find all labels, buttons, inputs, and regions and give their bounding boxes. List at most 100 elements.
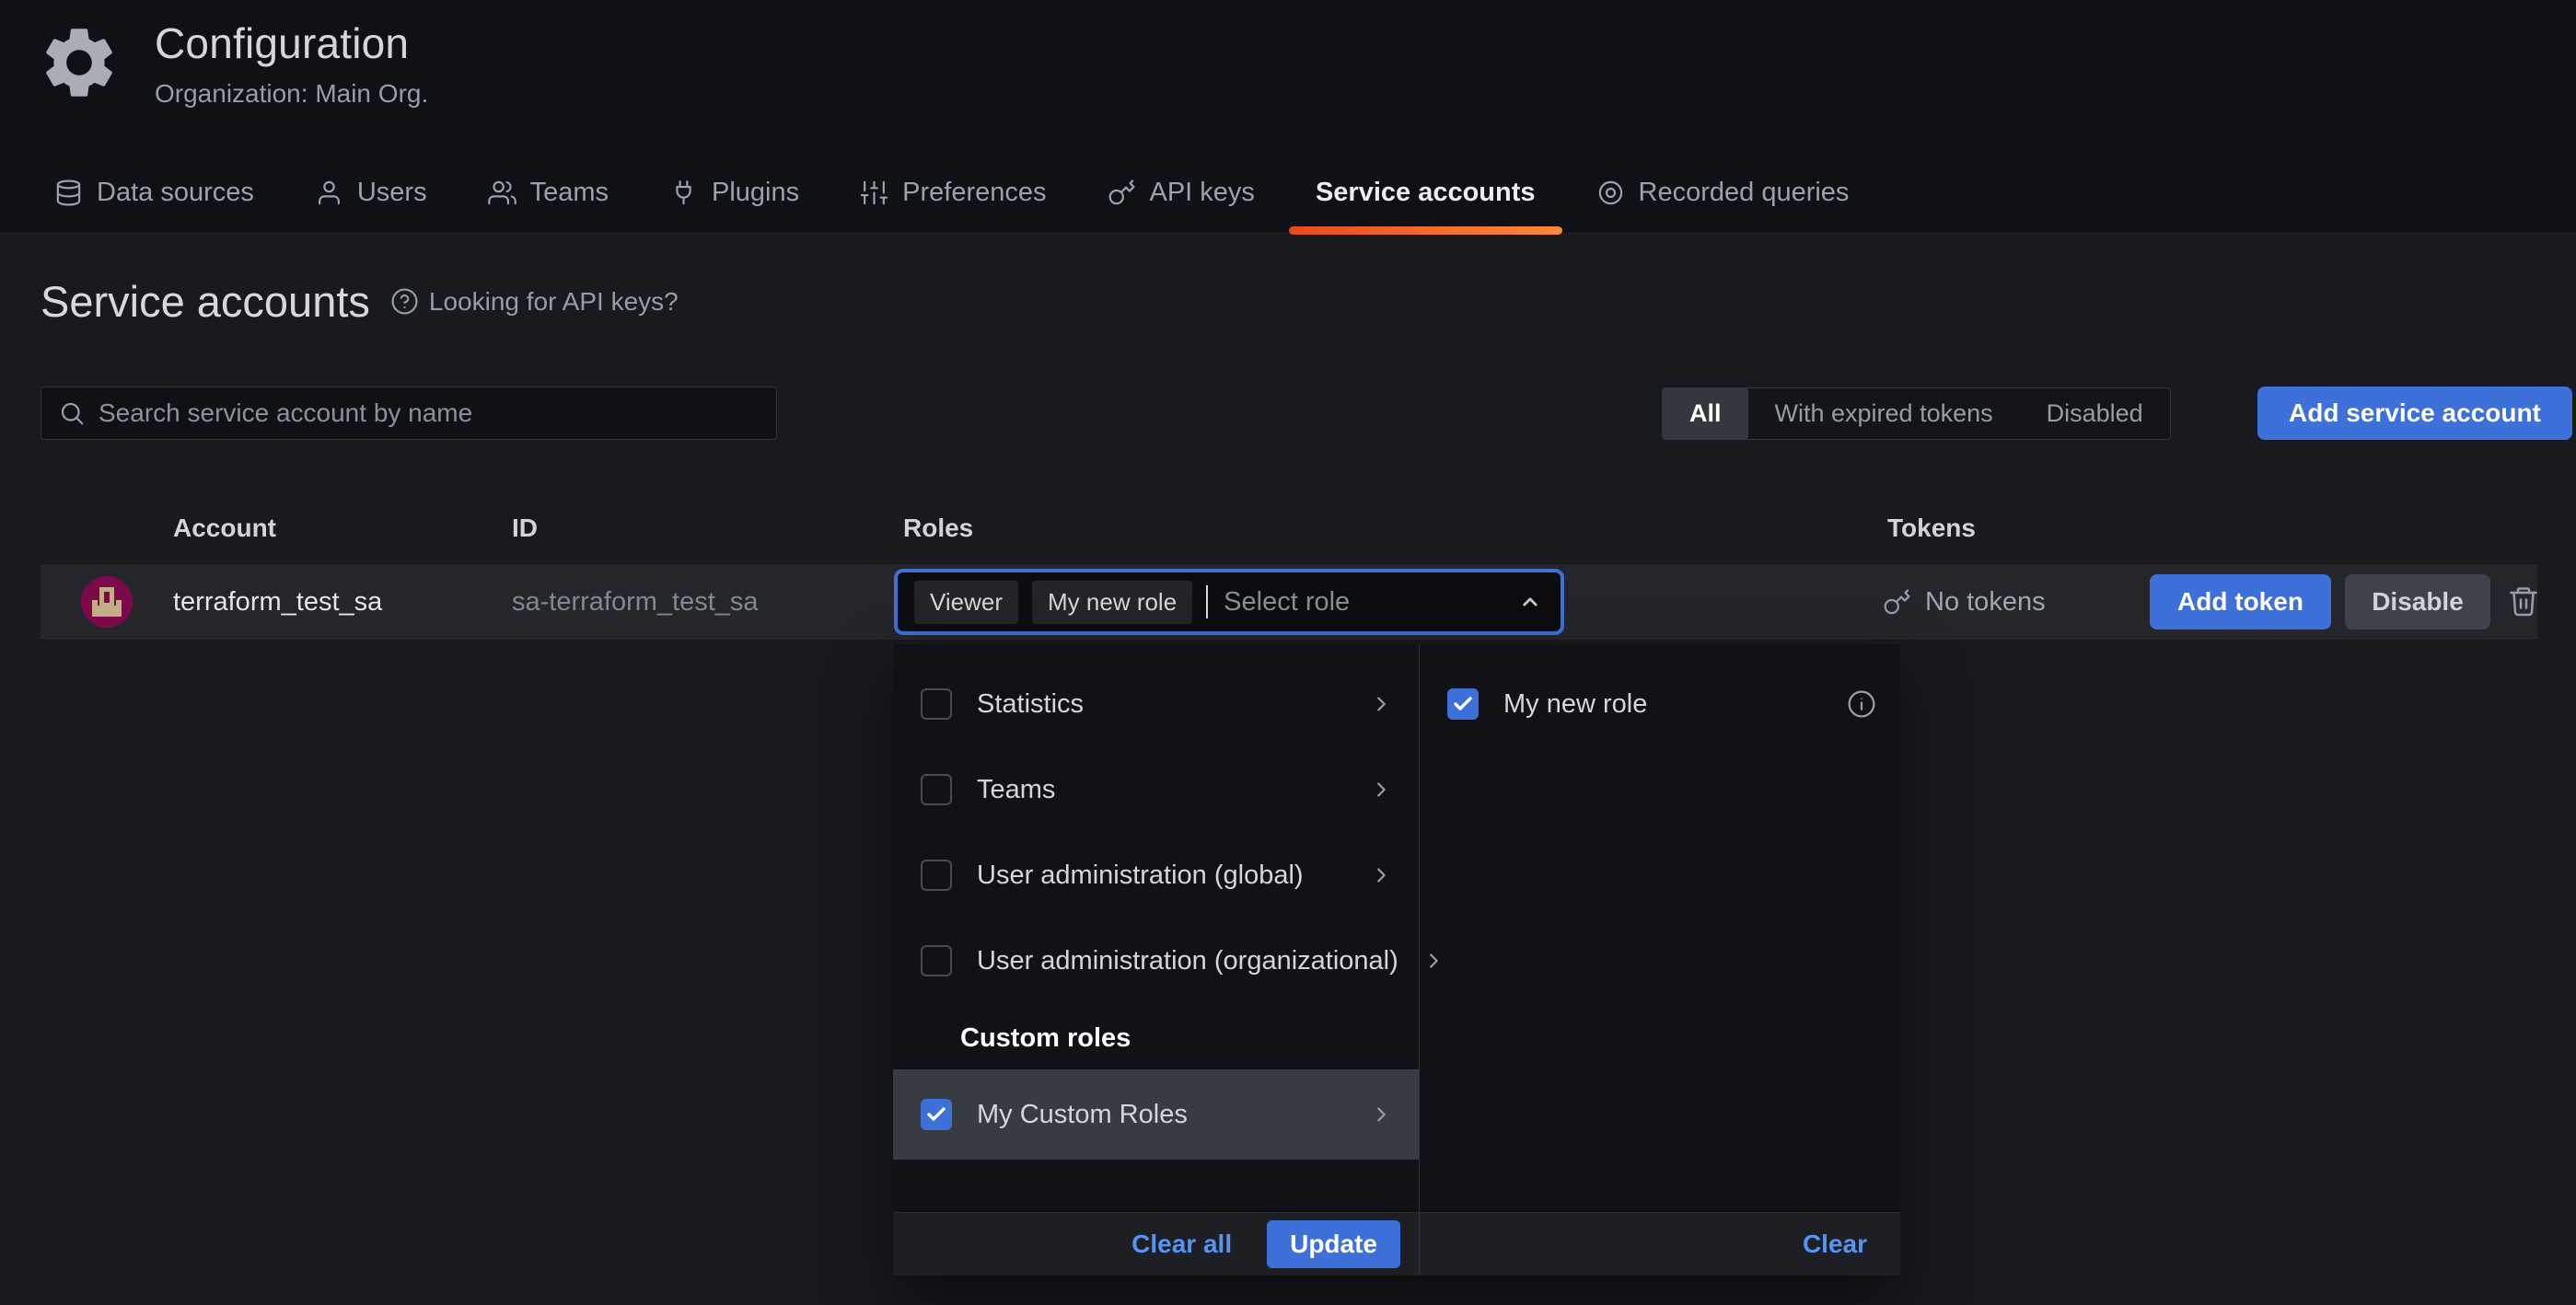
- token-filter-group: All With expired tokens Disabled: [1662, 387, 2171, 440]
- text-cursor: [1206, 585, 1208, 618]
- tab-label: Preferences: [902, 178, 1046, 208]
- dropdown-footer-right: Clear: [1420, 1212, 1900, 1276]
- help-link-label: Looking for API keys?: [429, 287, 679, 317]
- column-header-account: Account: [173, 514, 276, 543]
- account-name: terraform_test_sa: [173, 564, 382, 640]
- chevron-up-icon[interactable]: [1516, 588, 1544, 616]
- checkbox-checked[interactable]: [1447, 688, 1479, 720]
- role-submenu-pane: My new role Clear: [1420, 644, 1900, 1276]
- role-item-label: My new role: [1503, 689, 1822, 720]
- role-group-user-admin-org[interactable]: User administration (organizational): [893, 934, 1419, 987]
- sliders-icon: [860, 179, 888, 207]
- grafana-configuration-page: Configuration Organization: Main Org. Da…: [0, 0, 2576, 1305]
- role-group-label: Statistics: [977, 689, 1346, 720]
- role-picker-dropdown: Statistics Teams User administration (gl…: [893, 644, 1900, 1276]
- tokens-status: No tokens: [1925, 587, 2046, 618]
- trash-icon: [2507, 584, 2540, 618]
- checkbox-unchecked[interactable]: [921, 688, 952, 720]
- user-icon: [315, 179, 343, 207]
- delete-service-account-button[interactable]: [2506, 584, 2541, 619]
- tab-label: Service accounts: [1316, 178, 1536, 208]
- role-group-label: User administration (global): [977, 860, 1346, 891]
- search-box: [41, 387, 777, 440]
- tokens-cell: No tokens: [1883, 564, 2046, 640]
- chevron-right-icon: [1371, 694, 1391, 714]
- chevron-right-icon: [1371, 780, 1391, 800]
- role-chip-viewer[interactable]: Viewer: [914, 581, 1018, 624]
- search-icon: [58, 399, 86, 427]
- role-groups-list: Statistics Teams User administration (gl…: [893, 644, 1419, 1160]
- role-item-my-new-role[interactable]: My new role: [1420, 677, 1900, 731]
- config-tabbar: Data sources Users Teams Plugins Prefere…: [24, 152, 1879, 233]
- tab-label: Recorded queries: [1639, 178, 1850, 208]
- column-header-roles: Roles: [903, 514, 973, 543]
- gear-icon: [37, 20, 122, 105]
- service-account-row[interactable]: terraform_test_sa sa-terraform_test_sa V…: [41, 564, 2537, 640]
- add-service-account-button[interactable]: Add service account: [2257, 387, 2572, 440]
- tab-plugins[interactable]: Plugins: [639, 152, 830, 233]
- checkbox-unchecked[interactable]: [921, 945, 952, 976]
- role-picker-placeholder[interactable]: Select role: [1224, 587, 1503, 618]
- tab-label: Teams: [530, 178, 609, 208]
- clear-button[interactable]: Clear: [1803, 1230, 1867, 1259]
- tab-users[interactable]: Users: [284, 152, 458, 233]
- filter-with-expired-tokens[interactable]: With expired tokens: [1748, 388, 2020, 439]
- key-icon: [1108, 179, 1136, 207]
- role-group-label: Teams: [977, 775, 1346, 805]
- org-subtitle: Organization: Main Org.: [155, 79, 428, 109]
- users-icon: [488, 179, 516, 207]
- custom-roles-section-header: Custom roles: [893, 1020, 1419, 1057]
- role-group-teams[interactable]: Teams: [893, 763, 1419, 816]
- chevron-right-icon: [1371, 865, 1391, 885]
- clear-all-button[interactable]: Clear all: [1131, 1230, 1232, 1259]
- service-account-avatar: [81, 576, 133, 628]
- app-header: Configuration Organization: Main Org.: [37, 18, 428, 109]
- role-picker[interactable]: Viewer My new role Select role: [894, 569, 1564, 635]
- tab-service-accounts[interactable]: Service accounts: [1285, 152, 1566, 233]
- info-icon[interactable]: [1847, 689, 1876, 719]
- role-group-statistics[interactable]: Statistics: [893, 677, 1419, 731]
- page-header-section: Configuration Organization: Main Org. Da…: [0, 0, 2576, 234]
- role-group-user-admin-global[interactable]: User administration (global): [893, 849, 1419, 902]
- role-group-my-custom-roles[interactable]: My Custom Roles: [893, 1069, 1419, 1160]
- record-icon: [1596, 179, 1625, 207]
- role-group-label: My Custom Roles: [977, 1100, 1346, 1130]
- role-chip-my-new-role[interactable]: My new role: [1032, 581, 1192, 624]
- tab-label: Data sources: [97, 178, 254, 208]
- page-head: Service accounts Looking for API keys?: [41, 276, 679, 327]
- active-tab-underline: [1289, 226, 1562, 235]
- column-header-tokens: Tokens: [1887, 514, 1976, 543]
- chevron-right-icon: [1371, 1104, 1391, 1125]
- plug-icon: [669, 179, 698, 207]
- filter-disabled[interactable]: Disabled: [2020, 388, 2170, 439]
- checkbox-unchecked[interactable]: [921, 774, 952, 805]
- update-button[interactable]: Update: [1267, 1220, 1400, 1268]
- tab-preferences[interactable]: Preferences: [830, 152, 1076, 233]
- tab-teams[interactable]: Teams: [458, 152, 639, 233]
- key-icon: [1883, 588, 1911, 617]
- page-title: Configuration: [155, 18, 428, 68]
- database-icon: [54, 179, 83, 207]
- question-circle-icon: [390, 287, 419, 316]
- account-id: sa-terraform_test_sa: [512, 564, 759, 640]
- api-keys-help-link[interactable]: Looking for API keys?: [390, 287, 679, 317]
- tab-recorded-queries[interactable]: Recorded queries: [1566, 152, 1880, 233]
- disable-button[interactable]: Disable: [2345, 574, 2490, 629]
- checkbox-checked[interactable]: [921, 1099, 952, 1130]
- tab-data-sources[interactable]: Data sources: [24, 152, 284, 233]
- tab-label: Users: [357, 178, 427, 208]
- check-icon: [925, 1103, 947, 1126]
- tab-label: Plugins: [712, 178, 799, 208]
- column-header-id: ID: [512, 514, 538, 543]
- tab-label: API keys: [1150, 178, 1255, 208]
- role-group-label: User administration (organizational): [977, 946, 1398, 976]
- check-icon: [1452, 693, 1474, 715]
- filter-all[interactable]: All: [1663, 388, 1748, 439]
- checkbox-unchecked[interactable]: [921, 860, 952, 891]
- dropdown-footer-left: Clear all Update: [893, 1212, 1419, 1276]
- header-titles: Configuration Organization: Main Org.: [155, 18, 428, 109]
- search-input[interactable]: [99, 398, 760, 428]
- service-accounts-title: Service accounts: [41, 276, 370, 327]
- add-token-button[interactable]: Add token: [2150, 574, 2331, 629]
- tab-api-keys[interactable]: API keys: [1077, 152, 1285, 233]
